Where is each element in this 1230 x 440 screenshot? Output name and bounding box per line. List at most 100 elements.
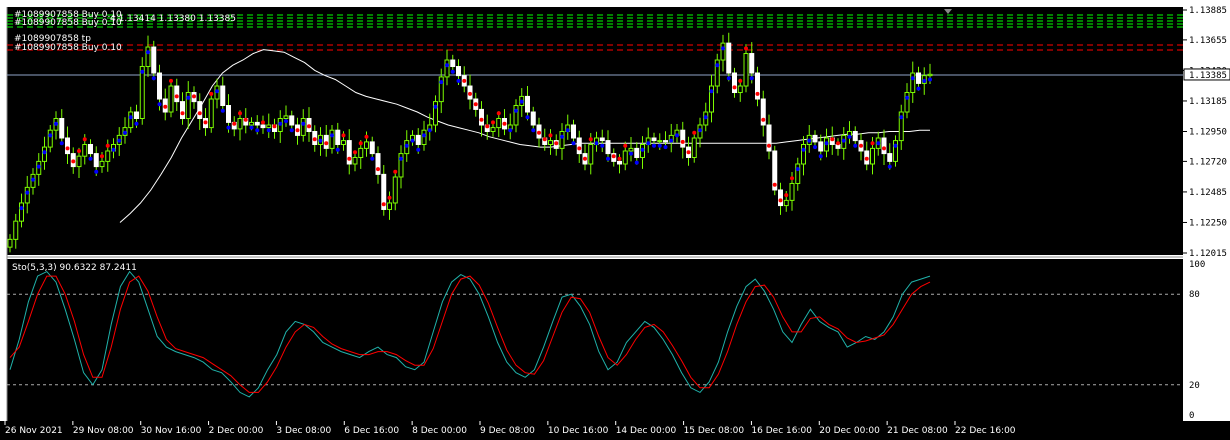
- price-tick-label: 1.12485: [1189, 188, 1227, 198]
- candle-body: [82, 143, 88, 157]
- psar-dot: [330, 133, 334, 138]
- candle-body: [444, 59, 450, 78]
- psar-dot: [721, 46, 725, 51]
- main-plot-area[interactable]: [7, 7, 1183, 255]
- candle-body: [254, 121, 260, 126]
- psar-dot: [180, 111, 185, 116]
- psar-dot: [709, 89, 714, 94]
- psar-dot: [801, 147, 806, 152]
- psar-dot: [899, 115, 904, 120]
- candle-body: [576, 137, 582, 155]
- price-chart-svg[interactable]: 1.138851.136551.134201.131851.129501.127…: [0, 0, 1230, 440]
- psar-dot: [755, 91, 760, 96]
- candle-body: [617, 160, 622, 165]
- psar-dot: [341, 133, 346, 138]
- psar-dot: [266, 128, 271, 133]
- psar-dot: [105, 143, 110, 148]
- candle-body: [893, 140, 898, 162]
- psar-dot: [692, 130, 697, 135]
- psar-dot: [445, 63, 449, 68]
- candle-body: [778, 189, 783, 207]
- candle-body: [335, 129, 341, 145]
- candle-body: [749, 53, 755, 74]
- date-tick-label: 10 Dec 16:00: [548, 426, 609, 436]
- chart-window: 1.138851.136551.134201.131851.129501.127…: [0, 0, 1230, 440]
- psar-dot: [864, 156, 869, 161]
- candle-body: [249, 121, 254, 126]
- psar-dot: [416, 147, 421, 152]
- psar-dot: [629, 151, 633, 156]
- psar-dot: [77, 148, 81, 153]
- candle-body: [300, 118, 306, 136]
- candle-body: [720, 42, 726, 61]
- candle-body: [622, 150, 628, 165]
- psar-dot: [813, 145, 817, 150]
- psar-dot: [404, 143, 409, 148]
- candle-body: [329, 129, 335, 149]
- psar-dot: [65, 146, 70, 151]
- candle-body: [548, 140, 553, 145]
- psar-dot: [192, 94, 196, 99]
- candle-body: [783, 199, 789, 207]
- candle-body: [513, 105, 519, 126]
- psar-dot: [174, 94, 179, 99]
- psar-dot: [876, 141, 881, 146]
- price-tick-label: 1.13185: [1189, 97, 1227, 107]
- psar-dot: [433, 104, 438, 109]
- psar-dot: [652, 143, 656, 148]
- psar-dot: [870, 141, 875, 146]
- candle-body: [680, 129, 686, 148]
- candle-body: [145, 46, 151, 68]
- psar-dot: [312, 137, 317, 142]
- psar-dot: [358, 141, 363, 146]
- psar-dot: [859, 143, 863, 148]
- candle-body: [904, 92, 910, 113]
- psar-dot: [169, 78, 173, 83]
- psar-dot: [669, 138, 674, 143]
- psar-dot: [261, 120, 265, 125]
- psar-dot: [537, 130, 541, 135]
- psar-dot: [818, 154, 823, 159]
- candle-body: [456, 66, 461, 77]
- price-tick-label: 1.12950: [1189, 128, 1227, 138]
- psar-dot: [646, 141, 651, 146]
- psar-dot: [203, 120, 208, 125]
- psar-dot: [94, 169, 99, 174]
- candle-body: [691, 137, 697, 158]
- psar-dot: [784, 193, 789, 198]
- psar-dot: [617, 156, 622, 161]
- candle-body: [530, 111, 536, 126]
- psar-dot: [48, 133, 53, 138]
- date-tick-label: 8 Dec 00:00: [412, 426, 467, 436]
- candle-body: [358, 147, 364, 158]
- date-tick-label: 6 Dec 16:00: [344, 426, 399, 436]
- date-tick-label: 2 Dec 00:00: [209, 426, 264, 436]
- candle-body: [139, 66, 145, 120]
- psar-dot: [715, 63, 720, 68]
- psar-dot: [611, 154, 616, 159]
- candle-body: [818, 141, 824, 152]
- psar-dot: [71, 159, 76, 164]
- header-line-2: #1089907858 Buy 0.10: [14, 18, 122, 28]
- candle-body: [19, 202, 24, 222]
- psar-dot: [767, 143, 771, 148]
- psar-dot: [197, 111, 202, 116]
- psar-dot: [140, 69, 145, 74]
- candle-body: [105, 150, 111, 162]
- psar-dot: [623, 143, 628, 148]
- candle-body: [174, 85, 180, 103]
- psar-dot: [243, 117, 248, 122]
- psar-dot: [675, 133, 679, 138]
- candle-body: [157, 72, 162, 100]
- price-tick-label: 1.13885: [1189, 6, 1227, 16]
- candle-body: [496, 118, 502, 129]
- candle-body: [369, 141, 375, 155]
- psar-dot: [847, 134, 852, 139]
- candle-body: [134, 111, 139, 120]
- candle-body: [375, 153, 381, 175]
- psar-dot: [841, 138, 846, 143]
- psar-dot: [186, 95, 191, 100]
- psar-dot: [410, 138, 415, 143]
- stoch-tick-label: 80: [1189, 290, 1200, 300]
- psar-dot: [525, 115, 530, 120]
